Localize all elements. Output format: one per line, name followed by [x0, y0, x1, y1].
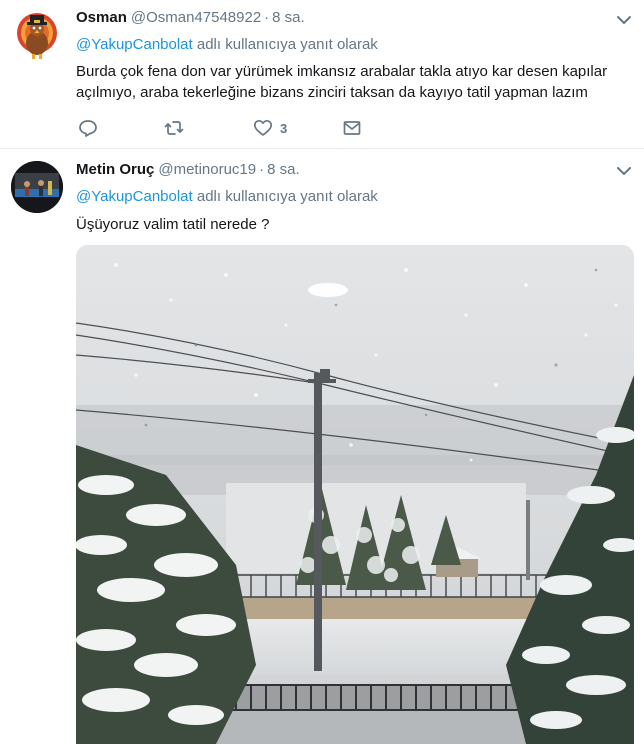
tweet[interactable]: Osman @Osman47548922 · 8 sa. @YakupCanbolat…	[0, 0, 644, 149]
reply-context: @YakupCanbolat adlı kullanıcıya yanıt ol…	[76, 188, 378, 206]
retweet-button[interactable]	[164, 117, 184, 139]
user-handle[interactable]: @Osman47548922	[131, 9, 261, 26]
chevron-down-icon[interactable]	[616, 14, 632, 26]
turkey-avatar-icon	[17, 13, 57, 59]
display-name[interactable]: Metin Oruç	[76, 161, 154, 178]
tweet-header: Osman @Osman47548922 · 8 sa.	[76, 9, 305, 27]
chevron-down-icon[interactable]	[616, 165, 632, 177]
separator: ·	[259, 161, 265, 178]
mention-link[interactable]: @YakupCanbolat	[76, 36, 193, 53]
reply-button[interactable]	[78, 117, 98, 139]
display-name[interactable]: Osman	[76, 9, 127, 26]
reply-context: @YakupCanbolat adlı kullanıcıya yanıt ol…	[76, 36, 378, 54]
envelope-icon	[343, 121, 361, 135]
tweet-text-line: Üşüyoruz valim tatil nerede ?	[76, 216, 270, 233]
like-button[interactable]: 3	[253, 117, 287, 139]
direct-message-button[interactable]	[342, 117, 362, 139]
tweet-text-line: Burda çok fena don var yürümek imkansız …	[76, 63, 608, 80]
reply-context-text: adlı kullanıcıya yanıt olarak	[192, 188, 378, 205]
snowy-street-photo	[76, 245, 634, 744]
photo-avatar-icon	[11, 161, 63, 213]
user-handle[interactable]: @metinoruc19	[158, 161, 256, 178]
tweet-text-line: açılmıyo, araba tekerleğine bizans zinci…	[76, 84, 588, 101]
retweet-icon	[164, 121, 184, 135]
heart-icon	[253, 119, 273, 136]
like-count: 3	[280, 120, 288, 136]
tweet-header: Metin Oruç @metinoruc19 · 8 sa.	[76, 161, 300, 179]
avatar[interactable]	[11, 9, 63, 61]
tweet-text: Üşüyoruz valim tatil nerede ?	[76, 214, 636, 235]
reply-context-text: adlı kullanıcıya yanıt olarak	[192, 36, 378, 53]
timestamp[interactable]: 8 sa.	[272, 9, 305, 26]
separator: ·	[264, 9, 270, 26]
tweet-text: Burda çok fena don var yürümek imkansız …	[76, 61, 636, 103]
mention-link[interactable]: @YakupCanbolat	[76, 188, 193, 205]
reply-icon	[79, 120, 97, 137]
tweet-media-photo[interactable]	[76, 245, 634, 744]
tweet-actions: 3	[76, 117, 456, 139]
timestamp[interactable]: 8 sa.	[267, 161, 300, 178]
tweet[interactable]: Metin Oruç @metinoruc19 · 8 sa. @YakupCanbo…	[0, 149, 644, 744]
avatar[interactable]	[11, 161, 63, 213]
